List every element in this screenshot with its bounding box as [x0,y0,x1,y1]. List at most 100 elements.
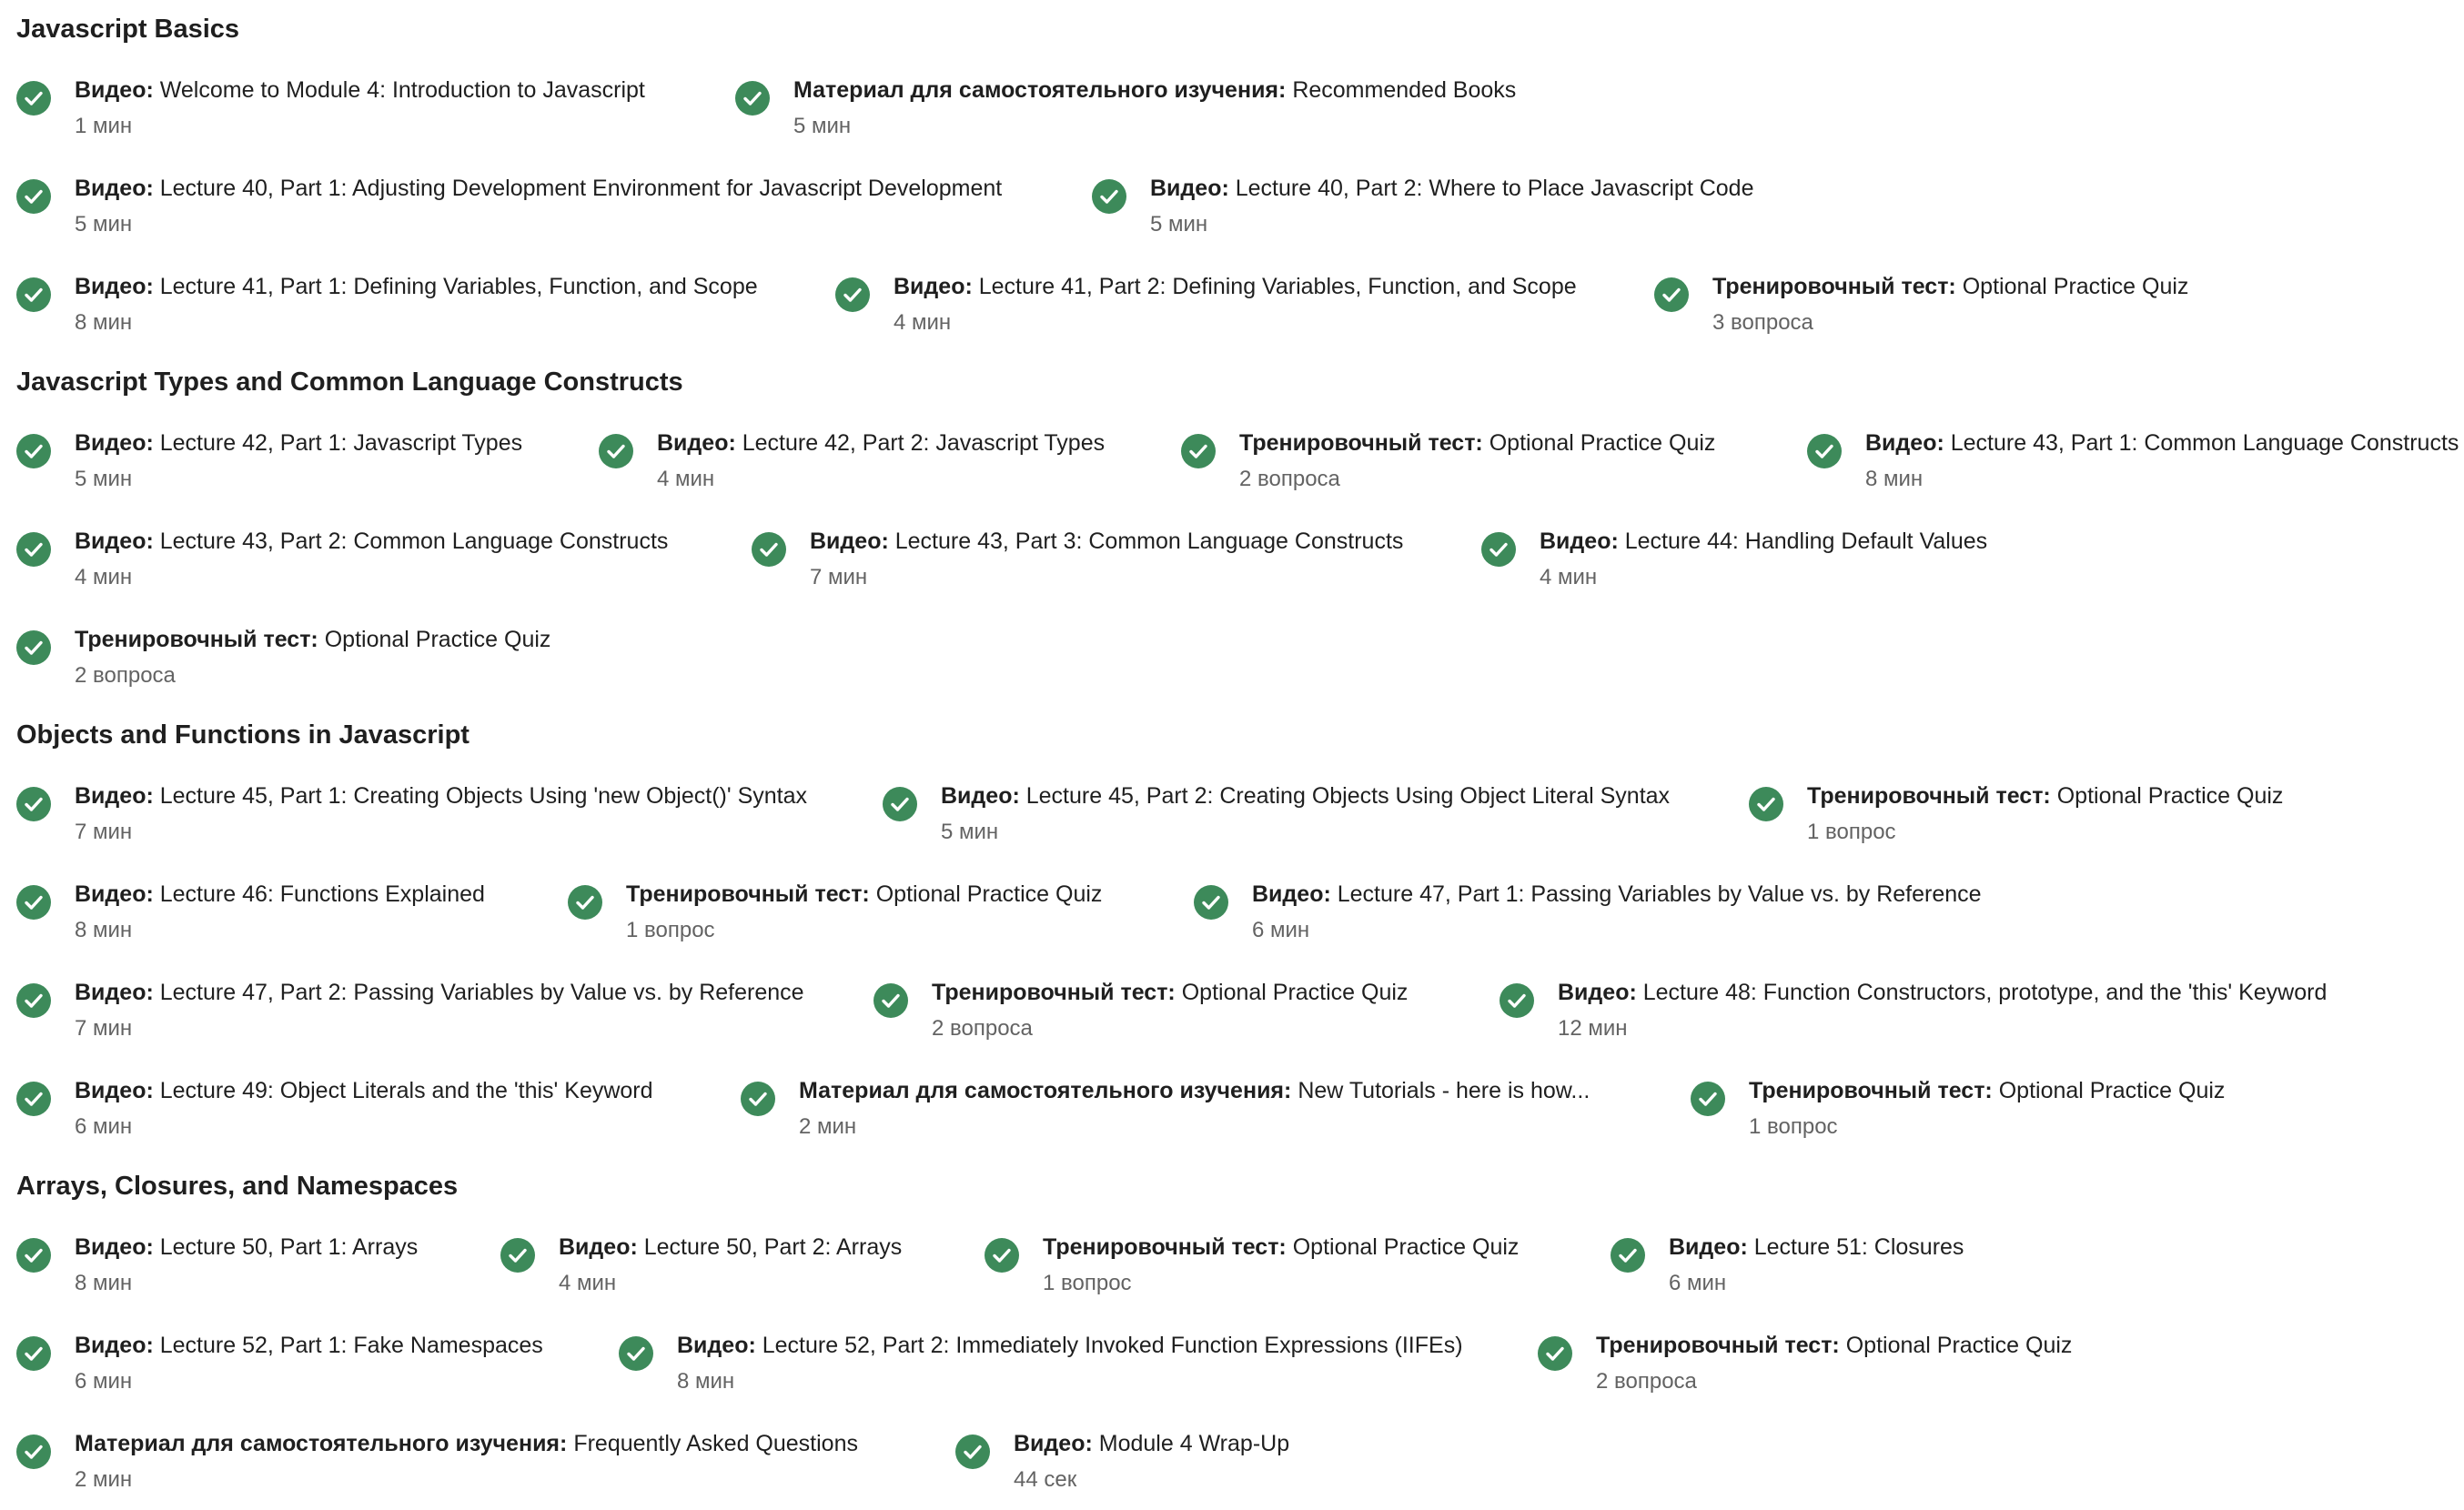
check-circle-icon [619,1336,653,1371]
section-title: Arrays, Closures, and Namespaces [16,1172,459,1201]
item-type: Видео: [75,77,154,103]
item-meta: 2 вопроса [932,1016,1033,1041]
item-type: Материал для самостоятельного изучения: [799,1078,1292,1103]
item-title: Lecture 40, Part 1: Adjusting Developmen… [159,176,1003,201]
item-title: Optional Practice Quiz [324,627,551,652]
item-type: Видео: [1558,980,1637,1005]
module-content: Javascript Basics Видео: Welcome to Modu… [0,0,2464,1510]
item-title: Optional Practice Quiz [875,881,1103,907]
item-type: Видео: [75,1234,154,1260]
item-type: Видео: [1669,1234,1748,1260]
check-circle-icon [16,277,51,312]
check-circle-icon [835,277,870,312]
check-circle-icon [874,983,908,1018]
item-type: Видео: [75,1333,154,1358]
item-title: Lecture 43, Part 1: Common Language Cons… [1950,430,2459,456]
item-meta: 4 мин [75,565,133,589]
check-circle-icon [1611,1238,1645,1273]
item-meta: 1 вопрос [626,918,715,942]
check-circle-icon [1092,179,1126,214]
item-meta: 6 мин [75,1114,133,1139]
check-circle-icon [599,434,633,468]
item-type: Тренировочный тест: [932,980,1176,1005]
check-circle-icon [16,1238,51,1273]
check-circle-icon [500,1238,535,1273]
check-circle-icon [16,1434,51,1469]
item-type: Видео: [75,980,154,1005]
item-type: Тренировочный тест: [1043,1234,1287,1260]
item-title: Lecture 48: Function Constructors, proto… [1642,980,2328,1005]
item-title: Frequently Asked Questions [573,1431,858,1456]
check-circle-icon [1181,434,1216,468]
check-circle-icon [16,630,51,665]
item-title: Lecture 42, Part 2: Javascript Types [742,430,1106,456]
item-title: New Tutorials - here is how... [1298,1078,1590,1103]
item-type: Видео: [810,528,889,554]
item-title: Lecture 52, Part 2: Immediately Invoked … [762,1333,1463,1358]
item-type: Видео: [1252,881,1331,907]
item-meta: 44 сек [1014,1467,1077,1492]
item-title: Module 4 Wrap-Up [1098,1431,1290,1456]
item-title: Lecture 45, Part 2: Creating Objects Usi… [1025,783,1671,809]
check-circle-icon [16,1336,51,1371]
item-title: Lecture 47, Part 1: Passing Variables by… [1337,881,1982,907]
check-circle-icon [1654,277,1689,312]
check-circle-icon [735,81,770,116]
item-title: Lecture 44: Handling Default Values [1624,528,1988,554]
item-type: Видео: [1150,176,1229,201]
check-circle-icon [568,885,602,920]
item-title: Lecture 42, Part 1: Javascript Types [159,430,523,456]
check-circle-icon [16,81,51,116]
item-meta: 7 мин [75,1016,133,1041]
item-type: Тренировочный тест: [626,881,870,907]
item-type: Видео: [75,274,154,299]
item-meta: 1 вопрос [1749,1114,1838,1139]
check-circle-icon [16,885,51,920]
item-meta: 8 мин [75,1271,133,1295]
item-type: Видео: [1540,528,1619,554]
item-type: Тренировочный тест: [1749,1078,1993,1103]
item-type: Видео: [75,528,154,554]
item-meta: 8 мин [1865,467,1924,491]
item-type: Видео: [1865,430,1944,456]
section-title: Javascript Basics [16,15,240,44]
item-type: Тренировочный тест: [1596,1333,1840,1358]
item-type: Видео: [941,783,1020,809]
item-meta: 2 мин [75,1467,133,1492]
item-title: Optional Practice Quiz [1292,1234,1520,1260]
check-circle-icon [1500,983,1534,1018]
item-meta: 6 мин [1669,1271,1727,1295]
check-circle-icon [16,532,51,567]
check-circle-icon [16,983,51,1018]
item-title: Recommended Books [1292,77,1517,103]
check-circle-icon [1691,1082,1725,1116]
item-meta: 2 вопроса [75,663,176,688]
item-meta: 12 мин [1558,1016,1628,1041]
item-meta: 4 мин [559,1271,617,1295]
item-meta: 6 мин [75,1369,133,1394]
item-title: Optional Practice Quiz [1489,430,1716,456]
item-meta: 4 мин [894,310,952,335]
item-type: Видео: [1014,1431,1093,1456]
item-title: Lecture 41, Part 2: Defining Variables, … [978,274,1577,299]
check-circle-icon [16,434,51,468]
item-meta: 1 вопрос [1043,1271,1132,1295]
item-type: Видео: [657,430,736,456]
check-circle-icon [1749,787,1783,821]
item-title: Lecture 45, Part 1: Creating Objects Usi… [159,783,808,809]
item-meta: 7 мин [75,820,133,844]
item-meta: 1 мин [75,114,133,138]
item-meta: 8 мин [75,310,133,335]
item-title: Optional Practice Quiz [2056,783,2284,809]
item-title: Lecture 43, Part 2: Common Language Cons… [159,528,669,554]
item-title: Welcome to Module 4: Introduction to Jav… [159,77,645,103]
item-type: Видео: [677,1333,756,1358]
item-title: Lecture 50, Part 2: Arrays [643,1234,903,1260]
item-type: Тренировочный тест: [1239,430,1483,456]
item-title: Lecture 50, Part 1: Arrays [159,1234,419,1260]
item-meta: 3 вопроса [1712,310,1813,335]
item-title: Optional Practice Quiz [1845,1333,2073,1358]
check-circle-icon [16,179,51,214]
item-title: Lecture 40, Part 2: Where to Place Javas… [1235,176,1754,201]
item-meta: 5 мин [1150,212,1208,237]
